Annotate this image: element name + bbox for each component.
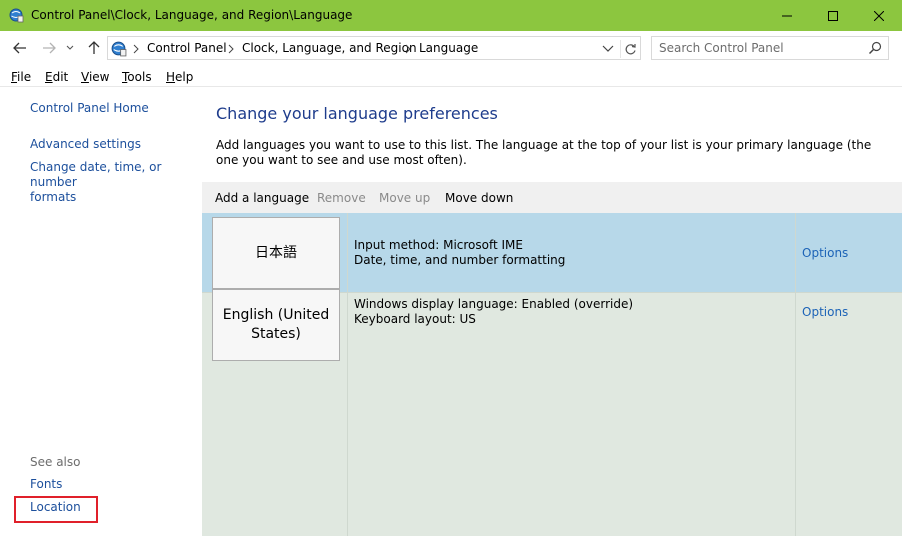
- language-toolbar: Add a language Remove Move up Move down: [202, 182, 902, 213]
- page-title: Change your language preferences: [216, 104, 498, 123]
- search-input[interactable]: [652, 37, 862, 59]
- sidebar-link-advanced-settings[interactable]: Advanced settings: [30, 137, 141, 152]
- maximize-icon: [828, 10, 838, 21]
- language-info: Input method: Microsoft IME Date, time, …: [354, 238, 566, 267]
- breadcrumb-clock-language-region[interactable]: Clock, Language, and Region: [242, 41, 417, 55]
- title-bar[interactable]: Control Panel\Clock, Language, and Regio…: [0, 0, 902, 31]
- move-down-button[interactable]: Move down: [445, 191, 513, 205]
- menu-tools[interactable]: Tools: [122, 70, 152, 84]
- chevron-down-icon: [602, 45, 614, 52]
- up-arrow-icon: [88, 41, 100, 54]
- refresh-button[interactable]: [620, 40, 640, 58]
- see-also-heading: See also: [30, 455, 81, 469]
- sidebar-link-location[interactable]: Location: [30, 500, 81, 515]
- sidebar-link-change-date-time-formats[interactable]: Change date, time, or number formats: [30, 160, 202, 205]
- back-arrow-icon: [13, 42, 26, 54]
- chevron-right-icon[interactable]: [227, 43, 235, 54]
- language-info: Windows display language: Enabled (overr…: [354, 297, 634, 326]
- options-link[interactable]: Options: [802, 305, 848, 319]
- language-tile[interactable]: English (United States): [212, 289, 340, 361]
- control-panel-icon: [8, 7, 24, 23]
- forward-arrow-icon: [43, 42, 56, 54]
- control-panel-icon: [110, 40, 127, 57]
- up-button[interactable]: [85, 39, 103, 57]
- back-button[interactable]: [11, 39, 29, 57]
- breadcrumb-language[interactable]: Language: [419, 41, 478, 55]
- sidebar-link-control-panel-home[interactable]: Control Panel Home: [30, 101, 149, 116]
- forward-button[interactable]: [40, 39, 58, 57]
- sidebar-link-fonts[interactable]: Fonts: [30, 477, 62, 492]
- search-box[interactable]: [651, 36, 889, 60]
- language-tile[interactable]: 日本語: [212, 217, 340, 289]
- maximize-button[interactable]: [810, 0, 856, 31]
- move-up-button[interactable]: Move up: [379, 191, 430, 205]
- minimize-button[interactable]: [764, 0, 810, 31]
- column-divider: [347, 213, 348, 536]
- chevron-right-icon[interactable]: [404, 43, 412, 54]
- window-title: Control Panel\Clock, Language, and Regio…: [31, 8, 353, 22]
- language-list: 日本語 Input method: Microsoft IME Date, ti…: [202, 213, 902, 536]
- remove-button[interactable]: Remove: [317, 191, 366, 205]
- menu-view[interactable]: View: [81, 70, 109, 84]
- address-bar: Control Panel Clock, Language, and Regio…: [0, 31, 902, 65]
- chevron-down-icon: [66, 45, 74, 50]
- menu-file[interactable]: File: [11, 70, 31, 84]
- chevron-right-icon[interactable]: [132, 43, 140, 54]
- refresh-icon: [625, 43, 636, 54]
- menu-help[interactable]: Help: [166, 70, 193, 84]
- search-icon[interactable]: [868, 41, 882, 58]
- language-row-japanese[interactable]: 日本語 Input method: Microsoft IME Date, ti…: [202, 213, 902, 292]
- sidebar: Control Panel Home Advanced settings Cha…: [0, 87, 202, 536]
- close-button[interactable]: [856, 0, 902, 31]
- main-content: Change your language preferences Add lan…: [202, 87, 902, 536]
- breadcrumb-control-panel[interactable]: Control Panel: [147, 41, 227, 55]
- recent-locations-button[interactable]: [64, 39, 76, 57]
- column-divider: [795, 213, 796, 536]
- menu-edit[interactable]: Edit: [45, 70, 68, 84]
- minimize-icon: [782, 15, 792, 16]
- language-row-english[interactable]: English (United States) Windows display …: [202, 289, 902, 372]
- page-description: Add languages you want to use to this li…: [216, 138, 872, 167]
- close-icon: [874, 10, 884, 21]
- options-link[interactable]: Options: [802, 246, 848, 260]
- menu-bar: File Edit View Tools Help: [0, 65, 902, 87]
- address-dropdown-button[interactable]: [602, 43, 614, 57]
- add-language-button[interactable]: Add a language: [215, 191, 309, 205]
- breadcrumb[interactable]: Control Panel Clock, Language, and Regio…: [107, 36, 641, 60]
